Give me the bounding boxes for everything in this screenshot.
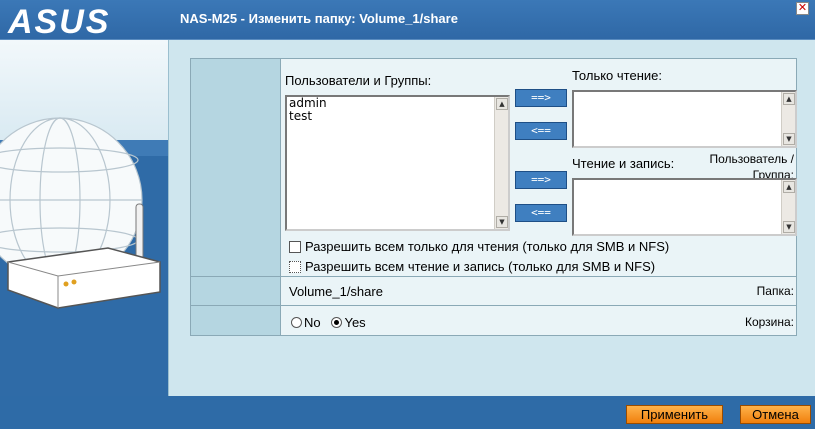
- window-title: NAS-M25 - Изменить папку: Volume_1/share: [180, 11, 458, 26]
- allow-all-read-write-option[interactable]: Разрешить всем чтение и запись (только д…: [289, 259, 655, 274]
- allow-all-read-only-label: Разрешить всем только для чтения (только…: [305, 239, 670, 254]
- add-read-only-button[interactable]: ==>: [515, 89, 567, 107]
- remove-read-only-button[interactable]: <==: [515, 122, 567, 140]
- scroll-up-icon[interactable]: ▲: [783, 181, 795, 193]
- allow-all-read-only-checkbox[interactable]: [289, 240, 301, 253]
- scrollbar[interactable]: ▲ ▼: [494, 97, 508, 229]
- scrollbar[interactable]: ▲ ▼: [781, 180, 795, 234]
- allow-all-read-only-option[interactable]: Разрешить всем только для чтения (только…: [289, 239, 669, 254]
- svg-text:ASUS: ASUS: [7, 4, 110, 36]
- users-groups-list[interactable]: admin test ▲ ▼: [285, 95, 510, 231]
- scroll-up-icon[interactable]: ▲: [496, 98, 508, 110]
- row-separator: [191, 305, 796, 306]
- label-column: [191, 59, 281, 335]
- scroll-down-icon[interactable]: ▼: [496, 216, 508, 228]
- allow-all-read-write-checkbox[interactable]: [289, 260, 301, 273]
- row-separator: [191, 276, 796, 277]
- recycle-yes-label: Yes: [344, 315, 366, 330]
- asus-logo: ASUS: [7, 4, 110, 36]
- header-banner: ASUS NAS-M25 - Изменить папку: Volume_1/…: [0, 0, 815, 40]
- allow-all-read-write-label: Разрешить всем чтение и запись (только д…: [305, 259, 656, 274]
- close-icon[interactable]: ✕: [796, 2, 809, 15]
- left-illustration-panel: [0, 40, 168, 396]
- edit-folder-form: Пользователь / Группа: Папка: Корзина: П…: [190, 58, 797, 336]
- list-item[interactable]: test: [287, 110, 508, 123]
- scroll-up-icon[interactable]: ▲: [783, 93, 795, 105]
- folder-label: Папка:: [756, 284, 794, 298]
- read-write-caption: Чтение и запись:: [572, 156, 675, 171]
- list-item[interactable]: admin: [287, 97, 508, 110]
- users-groups-caption: Пользователи и Группы:: [285, 73, 432, 88]
- recycle-yes-radio[interactable]: [331, 317, 343, 328]
- add-read-write-button[interactable]: ==>: [515, 171, 567, 189]
- recycle-options: No Yes: [291, 315, 366, 330]
- scrollbar[interactable]: ▲ ▼: [781, 92, 795, 146]
- scroll-down-icon[interactable]: ▼: [783, 133, 795, 145]
- cancel-button[interactable]: Отмена: [740, 405, 811, 424]
- recycle-no-label: No: [304, 315, 321, 330]
- recycle-no-radio[interactable]: [291, 317, 302, 328]
- recycle-bin-label: Корзина:: [744, 315, 794, 329]
- read-write-list[interactable]: ▲ ▼: [572, 178, 797, 236]
- apply-button[interactable]: Применить: [626, 405, 723, 424]
- remove-read-write-button[interactable]: <==: [515, 204, 567, 222]
- read-only-caption: Только чтение:: [572, 68, 662, 83]
- read-only-list[interactable]: ▲ ▼: [572, 90, 797, 148]
- folder-value: Volume_1/share: [289, 284, 383, 299]
- router-globe-illustration: [0, 117, 161, 309]
- scroll-down-icon[interactable]: ▼: [783, 221, 795, 233]
